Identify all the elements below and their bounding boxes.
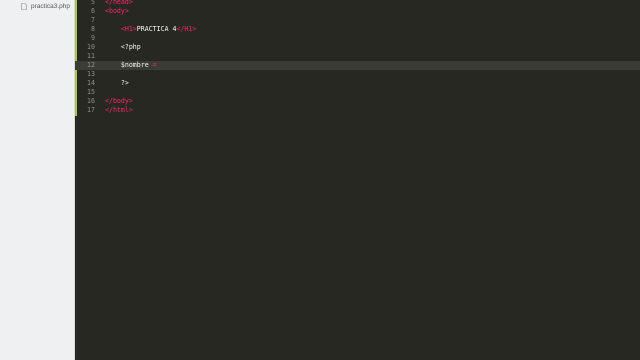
- code-token: <body>: [105, 7, 129, 15]
- code-line[interactable]: 10 <?php: [75, 43, 640, 52]
- code-line[interactable]: 15: [75, 88, 640, 97]
- code-text: $nombre =: [105, 61, 157, 70]
- line-number: 16: [87, 97, 95, 105]
- line-number: 7: [91, 16, 95, 24]
- line-number: 8: [91, 25, 95, 33]
- file-item-practica3[interactable]: practica3.php: [21, 0, 70, 12]
- line-number: 15: [87, 88, 95, 96]
- line-number: 12: [87, 61, 95, 69]
- code-token: </head>: [105, 0, 133, 6]
- code-text: <H1>PRACTICA 4</H1>: [105, 25, 196, 34]
- line-number: 5: [91, 0, 95, 6]
- code-line[interactable]: 12 $nombre =: [75, 61, 640, 70]
- file-sidebar: practica3.php: [0, 0, 75, 360]
- code-line[interactable]: 9: [75, 34, 640, 43]
- code-line[interactable]: 6 <body>: [75, 7, 640, 16]
- code-text: </head>: [105, 0, 133, 7]
- code-token: </body>: [105, 97, 133, 105]
- code-text: </html>: [105, 106, 133, 115]
- code-editor[interactable]: 5 </head> 6 <body> 7 8 <H1>PRACTICA 4</H1> 9 10…: [75, 0, 640, 360]
- code-token: =: [152, 61, 157, 69]
- line-number: 11: [87, 52, 95, 60]
- code-token: </html>: [105, 106, 133, 114]
- line-number: 13: [87, 70, 95, 78]
- code-line[interactable]: 5 </head>: [75, 0, 640, 7]
- file-name: practica3.php: [31, 2, 71, 10]
- line-number: 14: [87, 79, 95, 87]
- line-number: 6: [91, 7, 95, 15]
- code-line[interactable]: 7: [75, 16, 640, 25]
- line-number: 10: [87, 43, 95, 51]
- code-text: ?>: [105, 79, 129, 88]
- code-text: <body>: [105, 7, 129, 16]
- code-line[interactable]: 11: [75, 52, 640, 61]
- file-icon: [21, 2, 27, 10]
- code-token: <?php: [105, 43, 141, 51]
- code-line[interactable]: 13: [75, 70, 640, 79]
- code-token: $nombre: [105, 61, 153, 69]
- code-text: <?php: [105, 43, 141, 52]
- code-text: </body>: [105, 97, 133, 106]
- code-line[interactable]: 16 </body>: [75, 97, 640, 106]
- code-token: ?>: [105, 79, 129, 87]
- code-line[interactable]: 17 </html>: [75, 106, 640, 115]
- code-line[interactable]: 8 <H1>PRACTICA 4</H1>: [75, 25, 640, 34]
- code-token: </H1>: [176, 25, 197, 33]
- line-number: 17: [87, 106, 95, 114]
- code-line[interactable]: 14 ?>: [75, 79, 640, 88]
- line-number: 9: [91, 34, 95, 42]
- code-token: <H1>: [120, 25, 137, 33]
- code-token: PRACTICA 4: [136, 25, 177, 33]
